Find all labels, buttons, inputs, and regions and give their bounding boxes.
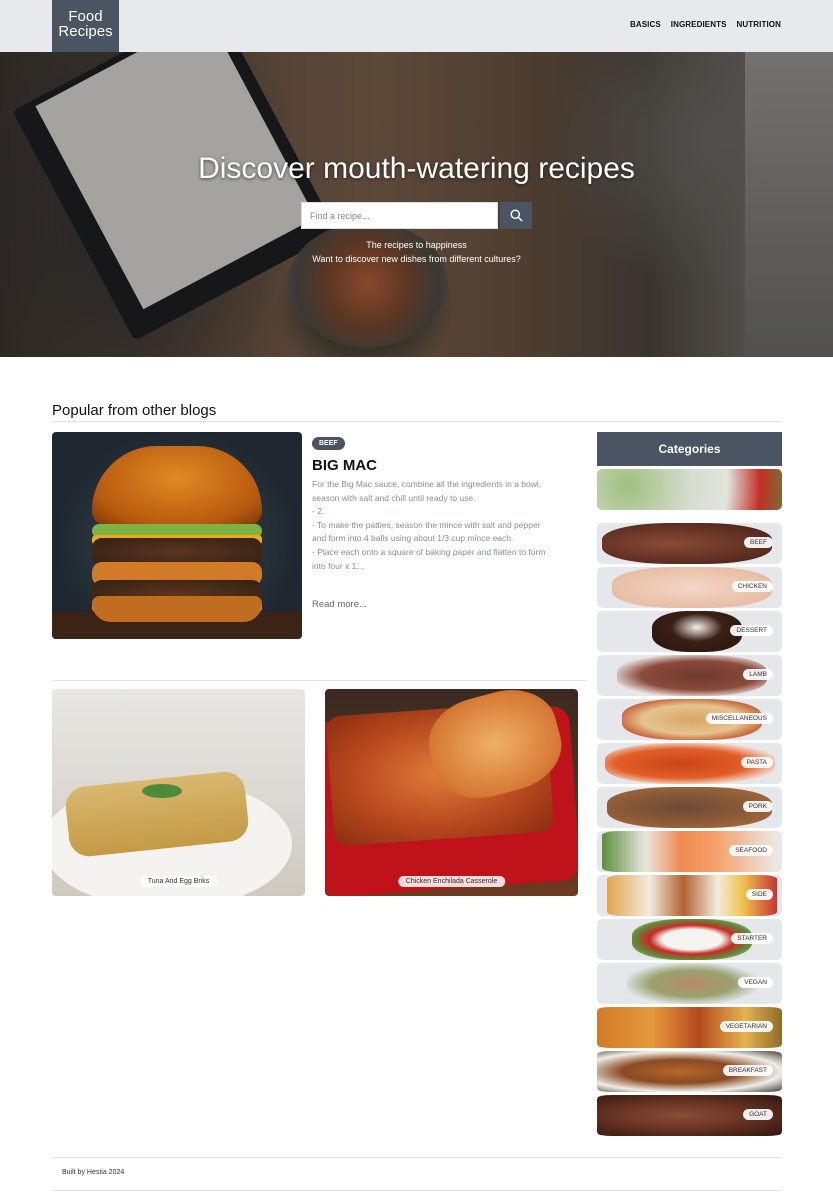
category-label: PORK — [742, 801, 773, 812]
category-label: VEGETARIAN — [719, 1021, 773, 1032]
hero-subtagline: Want to discover new dishes from differe… — [312, 254, 521, 264]
category-image — [652, 611, 742, 652]
category-label: STARTER — [731, 933, 773, 944]
featured-recipe-image[interactable] — [52, 432, 302, 639]
top-navbar: Food Recipes BASICS INGREDIENTS NUTRITIO… — [0, 0, 833, 52]
category-image — [597, 469, 782, 510]
hero-title: Discover mouth-watering recipes — [198, 152, 635, 185]
footer-credit: Built by Hestia 2024 — [62, 1169, 125, 1176]
recipe-card[interactable]: Chicken Enchilada Casserole — [325, 689, 578, 896]
category-badge[interactable]: BEEF — [312, 437, 345, 450]
category-label: GOAT — [743, 1109, 773, 1120]
category-label: CHICKEN — [731, 581, 773, 592]
content-divider — [52, 680, 586, 681]
category-item-vegetarian[interactable]: VEGETARIAN — [597, 1007, 782, 1048]
category-item-chicken[interactable]: CHICKEN — [597, 567, 782, 608]
category-item-seafood[interactable]: SEAFOOD — [597, 831, 782, 872]
featured-recipe-title[interactable]: BIG MAC — [312, 457, 377, 474]
nav-nutrition[interactable]: NUTRITION — [737, 20, 781, 29]
search-input[interactable] — [301, 202, 498, 229]
category-item-dessert[interactable]: DESSERT — [597, 611, 782, 652]
category-item-beef[interactable]: BEEF — [597, 523, 782, 564]
category-item-starter[interactable]: STARTER — [597, 919, 782, 960]
category-item-lamb[interactable]: LAMB — [597, 655, 782, 696]
category-item-pork[interactable]: PORK — [597, 787, 782, 828]
nav-ingredients[interactable]: INGREDIENTS — [671, 20, 727, 29]
search-icon — [509, 209, 523, 222]
hero-tagline: The recipes to happiness — [366, 240, 467, 250]
footer-divider-bottom — [52, 1190, 782, 1191]
category-label: DESSERT — [730, 625, 773, 636]
category-label: MISCELLANEOUS — [705, 713, 773, 724]
footer-divider-top — [52, 1157, 782, 1158]
hero-banner: Discover mouth-watering recipes The reci… — [0, 52, 833, 357]
category-label: SEAFOOD — [729, 845, 773, 856]
recipe-card-label: Tuna And Egg Briks — [139, 876, 218, 887]
logo-line-2: Recipes — [58, 23, 113, 40]
section-title: Popular from other blogs — [52, 402, 217, 419]
category-item-all[interactable] — [597, 469, 782, 510]
burger-bun-top — [92, 446, 262, 526]
category-label: PASTA — [740, 757, 773, 768]
recipe-card-label: Chicken Enchilada Casserole — [397, 876, 506, 887]
featured-recipe-description: For the Big Mac sauce, combine all the i… — [312, 479, 546, 571]
site-logo[interactable]: Food Recipes — [52, 0, 119, 52]
category-item-pasta[interactable]: PASTA — [597, 743, 782, 784]
category-item-goat[interactable]: GOAT — [597, 1095, 782, 1136]
category-label: VEGAN — [738, 977, 773, 988]
main-nav: BASICS INGREDIENTS NUTRITION — [630, 20, 781, 29]
section-divider — [52, 421, 782, 422]
card-herb — [142, 784, 182, 798]
burger-bun-bottom — [92, 596, 262, 622]
category-label: BEEF — [744, 537, 773, 548]
category-label: LAMB — [743, 669, 773, 680]
category-item-side[interactable]: SIDE — [597, 875, 782, 916]
category-item-vegan[interactable]: VEGAN — [597, 963, 782, 1004]
category-label: BREAKFAST — [722, 1065, 773, 1076]
recipe-card[interactable]: Tuna And Egg Briks — [52, 689, 305, 896]
category-item-miscellaneous[interactable]: MISCELLANEOUS — [597, 699, 782, 740]
category-item-breakfast[interactable]: BREAKFAST — [597, 1051, 782, 1092]
logo-line-1: Food — [68, 8, 103, 25]
categories-title: Categories — [597, 432, 782, 466]
search-button[interactable] — [500, 202, 532, 229]
read-more-link[interactable]: Read more... — [312, 599, 367, 610]
nav-basics[interactable]: BASICS — [630, 20, 661, 29]
category-label: SIDE — [745, 889, 773, 900]
